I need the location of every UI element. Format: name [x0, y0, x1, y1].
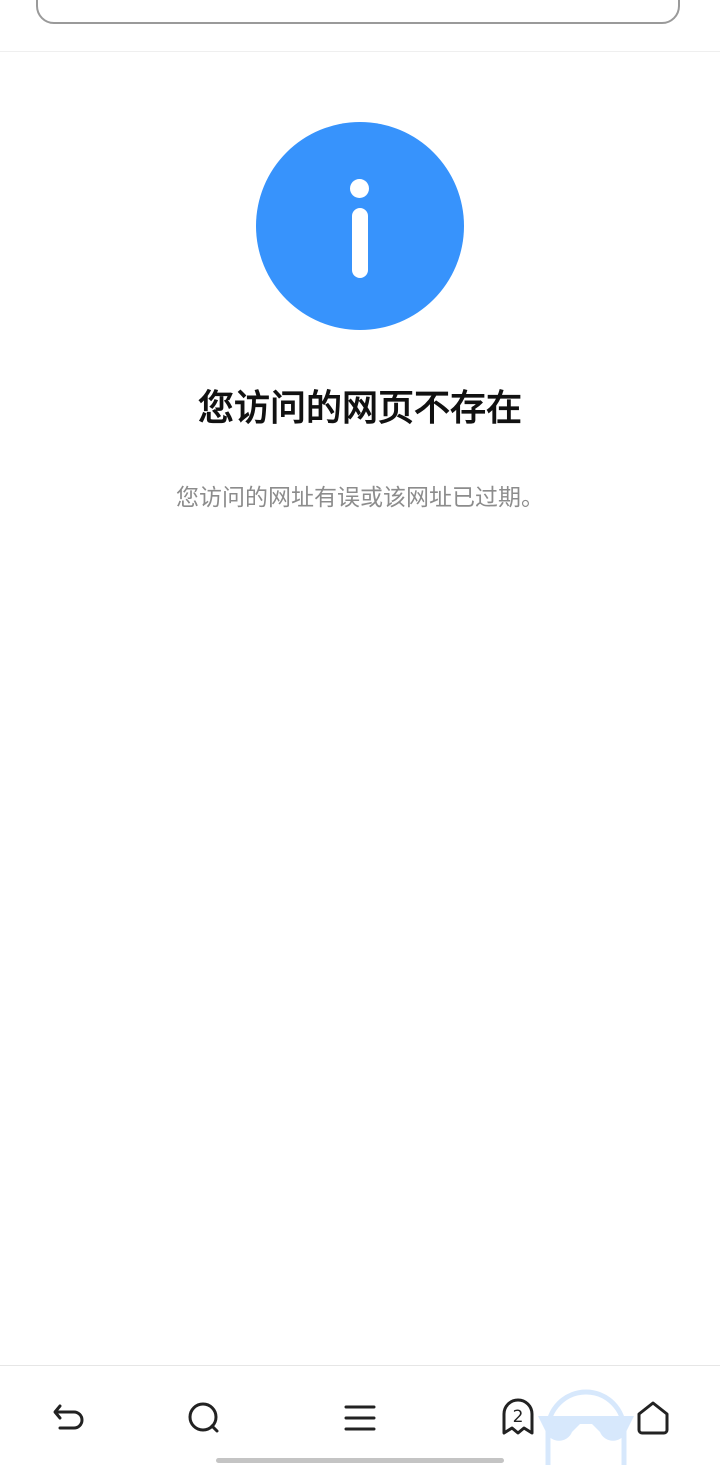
browser-page: 您访问的网页不存在 您访问的网址有误或该网址已过期。 2	[0, 0, 720, 1465]
info-icon-bar	[352, 208, 368, 278]
back-button[interactable]	[40, 1390, 96, 1446]
back-icon	[48, 1398, 88, 1438]
home-icon	[633, 1398, 673, 1438]
tabs-icon: 2	[498, 1398, 538, 1438]
tab-count: 2	[512, 1407, 524, 1427]
home-indicator	[216, 1458, 504, 1463]
address-bar[interactable]	[36, 0, 680, 24]
info-icon	[256, 122, 464, 330]
error-title: 您访问的网页不存在	[197, 388, 522, 429]
search-button[interactable]	[176, 1390, 232, 1446]
floating-assistant-widget[interactable]	[538, 1386, 634, 1465]
info-icon-dot	[350, 179, 369, 198]
error-description: 您访问的网址有误或该网址已过期。	[176, 485, 544, 511]
search-icon	[184, 1398, 224, 1438]
menu-button[interactable]	[332, 1390, 388, 1446]
menu-icon	[340, 1398, 380, 1438]
browser-top-bar	[0, 0, 720, 52]
